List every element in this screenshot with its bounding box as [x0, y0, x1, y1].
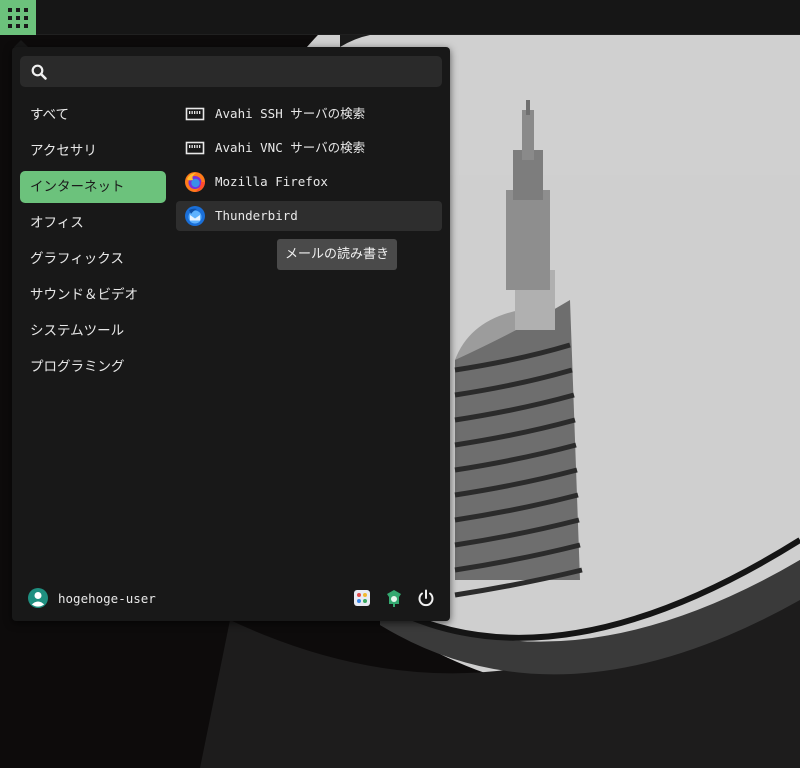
app-item-avahi-ssh[interactable]: Avahi SSH サーバの検索 [176, 99, 442, 129]
settings-icon[interactable] [352, 588, 372, 608]
category-all[interactable]: すべて [20, 99, 166, 131]
app-label: Thunderbird [215, 208, 298, 223]
application-list: Avahi SSH サーバの検索 Avahi VNC サーバの検索 Mozill… [176, 99, 442, 235]
grid-icon [8, 7, 28, 28]
app-item-thunderbird[interactable]: Thunderbird [176, 201, 442, 231]
category-graphics[interactable]: グラフィックス [20, 243, 166, 275]
app-item-firefox[interactable]: Mozilla Firefox [176, 167, 442, 197]
software-icon[interactable] [384, 588, 404, 608]
app-label: Avahi SSH サーバの検索 [215, 106, 366, 121]
application-menu: すべて アクセサリ インターネット オフィス グラフィックス サウンド＆ビデオ … [12, 47, 450, 621]
category-accessories[interactable]: アクセサリ [20, 135, 166, 167]
username[interactable]: hogehoge-user [58, 583, 156, 615]
menu-pointer [14, 40, 28, 47]
category-office[interactable]: オフィス [20, 207, 166, 239]
app-label: Avahi VNC サーバの検索 [215, 140, 366, 155]
app-tooltip: メールの読み書き [277, 239, 398, 270]
app-item-avahi-vnc[interactable]: Avahi VNC サーバの検索 [176, 133, 442, 163]
network-icon [185, 141, 205, 155]
category-sound-video[interactable]: サウンド＆ビデオ [20, 279, 166, 311]
search-icon [31, 64, 47, 80]
category-list: すべて アクセサリ インターネット オフィス グラフィックス サウンド＆ビデオ … [20, 99, 166, 387]
app-label: Mozilla Firefox [215, 174, 328, 189]
app-menu-button[interactable] [0, 0, 36, 35]
top-panel [0, 0, 800, 35]
search-box[interactable] [20, 56, 442, 87]
menu-footer: hogehoge-user [12, 583, 450, 615]
category-system-tools[interactable]: システムツール [20, 315, 166, 347]
network-icon [185, 107, 205, 121]
category-programming[interactable]: プログラミング [20, 351, 166, 383]
power-icon[interactable] [416, 588, 436, 608]
firefox-icon [185, 172, 205, 192]
thunderbird-icon [185, 206, 205, 226]
search-input[interactable] [56, 56, 436, 87]
user-avatar-icon[interactable] [28, 588, 48, 608]
category-internet[interactable]: インターネット [20, 171, 166, 203]
